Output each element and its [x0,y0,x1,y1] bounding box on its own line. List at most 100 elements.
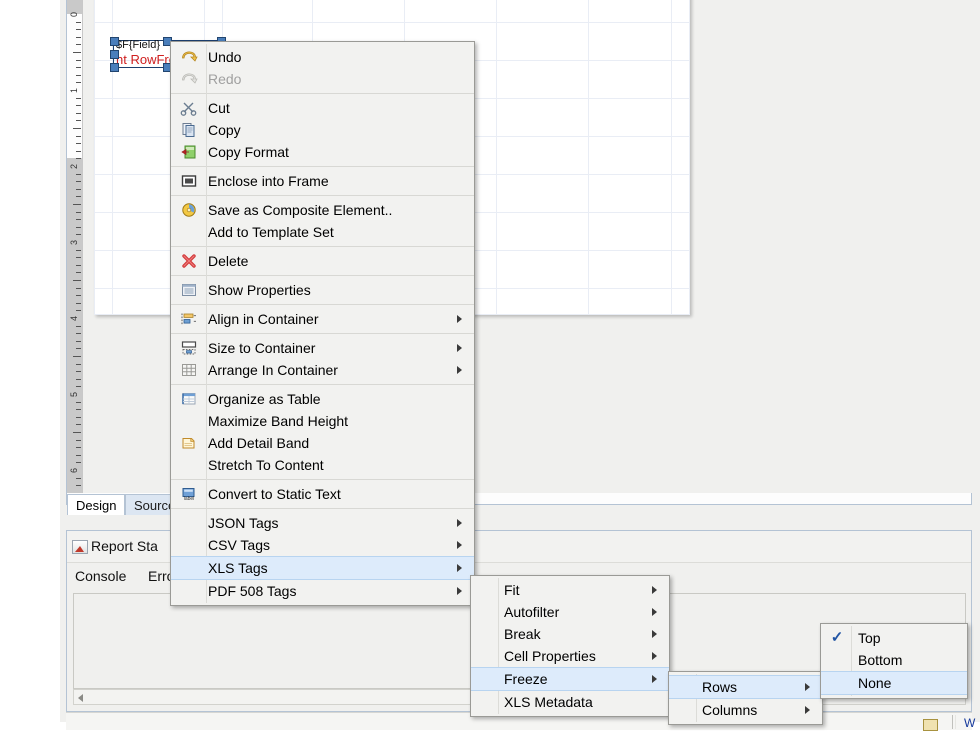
menu-item-pdf-508-tags[interactable]: PDF 508 Tags [171,580,474,602]
menu-item-add-detail-band[interactable]: Add Detail Band [171,432,474,454]
menu-item-show-properties[interactable]: Show Properties [171,279,474,301]
resize-handle-sw[interactable] [110,63,119,72]
ruler-tick [76,265,81,266]
freeze-submenu[interactable]: Rows Columns [668,671,823,725]
chevron-right-icon [652,652,657,660]
grid-line-h [94,22,690,23]
menu-item-label: Redo [208,71,242,87]
ruler-tick [76,417,81,418]
menu-separator [171,195,474,196]
label-icon: label [180,486,198,508]
tab-design[interactable]: Design [67,494,125,515]
ruler-number: 0 [69,12,79,18]
menu-separator [171,508,474,509]
menu-separator [171,304,474,305]
menu-item-undo[interactable]: Undo [171,46,474,68]
menu-item-xls-metadata[interactable]: XLS Metadata [471,691,669,713]
arrange-grid-icon [180,362,198,384]
menu-item-label: Show Properties [208,282,311,298]
report-chart-icon [72,540,88,554]
menu-item-xls-tags[interactable]: XLS Tags [171,556,474,580]
menu-item-label: Break [504,626,541,642]
menu-item-size-to-container[interactable]: Size to Container [171,337,474,359]
scroll-left-arrow-icon[interactable] [78,694,83,702]
menu-separator [171,384,474,385]
menu-item-rows[interactable]: Rows [669,675,822,699]
menu-item-freeze[interactable]: Freeze [471,667,669,691]
menu-item-fit[interactable]: Fit [471,579,669,601]
ruler-tick [76,143,81,144]
ruler-tick [76,120,81,121]
ruler-tick [76,478,81,479]
menu-item-none[interactable]: None [821,671,967,695]
menu-separator [171,479,474,480]
menu-item-label: Undo [208,49,242,65]
grid-line-v [496,0,497,315]
menu-item-bottom[interactable]: Bottom [821,649,967,671]
export-icon[interactable] [921,717,938,731]
menu-item-cell-properties[interactable]: Cell Properties [471,645,669,667]
menu-item-label: Top [858,630,881,646]
tab-console[interactable]: Console [75,568,126,584]
ruler-tick [76,22,81,23]
ruler-tick [76,219,81,220]
element-expression-text: $F{Field} [116,39,161,51]
ruler-tick [76,67,81,68]
menu-item-arrange-in-container[interactable]: Arrange In Container [171,359,474,381]
element-context-menu[interactable]: Undo Redo Cut Copy Copy Format Enclose i [170,41,475,606]
menu-item-convert-to-static-text[interactable]: label Convert to Static Text [171,483,474,505]
menu-item-label: Arrange In Container [208,362,338,378]
menu-item-align-in-container[interactable]: Align in Container [171,308,474,330]
menu-item-label: Delete [208,253,249,269]
menu-item-organize-as-table[interactable]: Organize as Table [171,388,474,410]
menu-item-break[interactable]: Break [471,623,669,645]
chevron-right-icon [457,587,462,595]
resize-handle-nw[interactable] [110,37,119,46]
menu-item-copy-format[interactable]: Copy Format [171,141,474,163]
menu-item-label: Add Detail Band [208,435,310,451]
menu-item-delete[interactable]: Delete [171,250,474,272]
menu-item-autofilter[interactable]: Autofilter [471,601,669,623]
menu-item-label: Copy [208,122,241,138]
chevron-right-icon [805,706,810,714]
menu-item-stretch-to-content[interactable]: Stretch To Content [171,454,474,476]
menu-item-top[interactable]: ✓ Top [821,627,967,649]
ruler-tick [76,196,81,197]
ruler-number: 4 [69,316,79,322]
xls-tags-submenu[interactable]: Fit Autofilter Break Cell Properties Fre… [470,575,670,717]
ruler-tick [76,485,81,486]
menu-item-save-as-composite-element[interactable]: Save as Composite Element.. [171,199,474,221]
menu-item-label: PDF 508 Tags [208,583,297,599]
menu-item-copy[interactable]: Copy [171,119,474,141]
menu-item-label: Cut [208,100,230,116]
menu-item-json-tags[interactable]: JSON Tags [171,512,474,534]
menu-item-maximize-band-height[interactable]: Maximize Band Height [171,410,474,432]
ruler-tick [73,432,81,433]
ruler-tick [76,447,81,448]
ruler-tick [76,174,81,175]
menu-item-label: JSON Tags [208,515,279,531]
ruler-number: 5 [69,392,79,398]
menu-item-add-to-template-set[interactable]: Add to Template Set [171,221,474,243]
menu-item-cut[interactable]: Cut [171,97,474,119]
menu-item-csv-tags[interactable]: CSV Tags [171,534,474,556]
freeze-rows-submenu[interactable]: ✓ Top Bottom None [820,623,968,699]
ruler-tick [76,409,81,410]
status-divider [952,715,953,729]
menu-item-redo[interactable]: Redo [171,68,474,90]
grid-line-v [94,0,95,315]
ruler-tick [76,455,81,456]
resize-handle-w[interactable] [110,50,119,59]
menu-item-columns[interactable]: Columns [669,699,822,721]
ruler-tick [76,60,81,61]
chevron-right-icon [652,630,657,638]
grid-line-v [671,0,672,315]
align-icon [180,311,198,333]
ruler-tick [76,462,81,463]
menu-item-enclose-into-frame[interactable]: Enclose into Frame [171,170,474,192]
chevron-right-icon [457,564,462,572]
grid-line-v [689,0,690,315]
ruler-tick [76,303,81,304]
menu-item-label: Fit [504,582,520,598]
ruler-number: 3 [69,240,79,246]
